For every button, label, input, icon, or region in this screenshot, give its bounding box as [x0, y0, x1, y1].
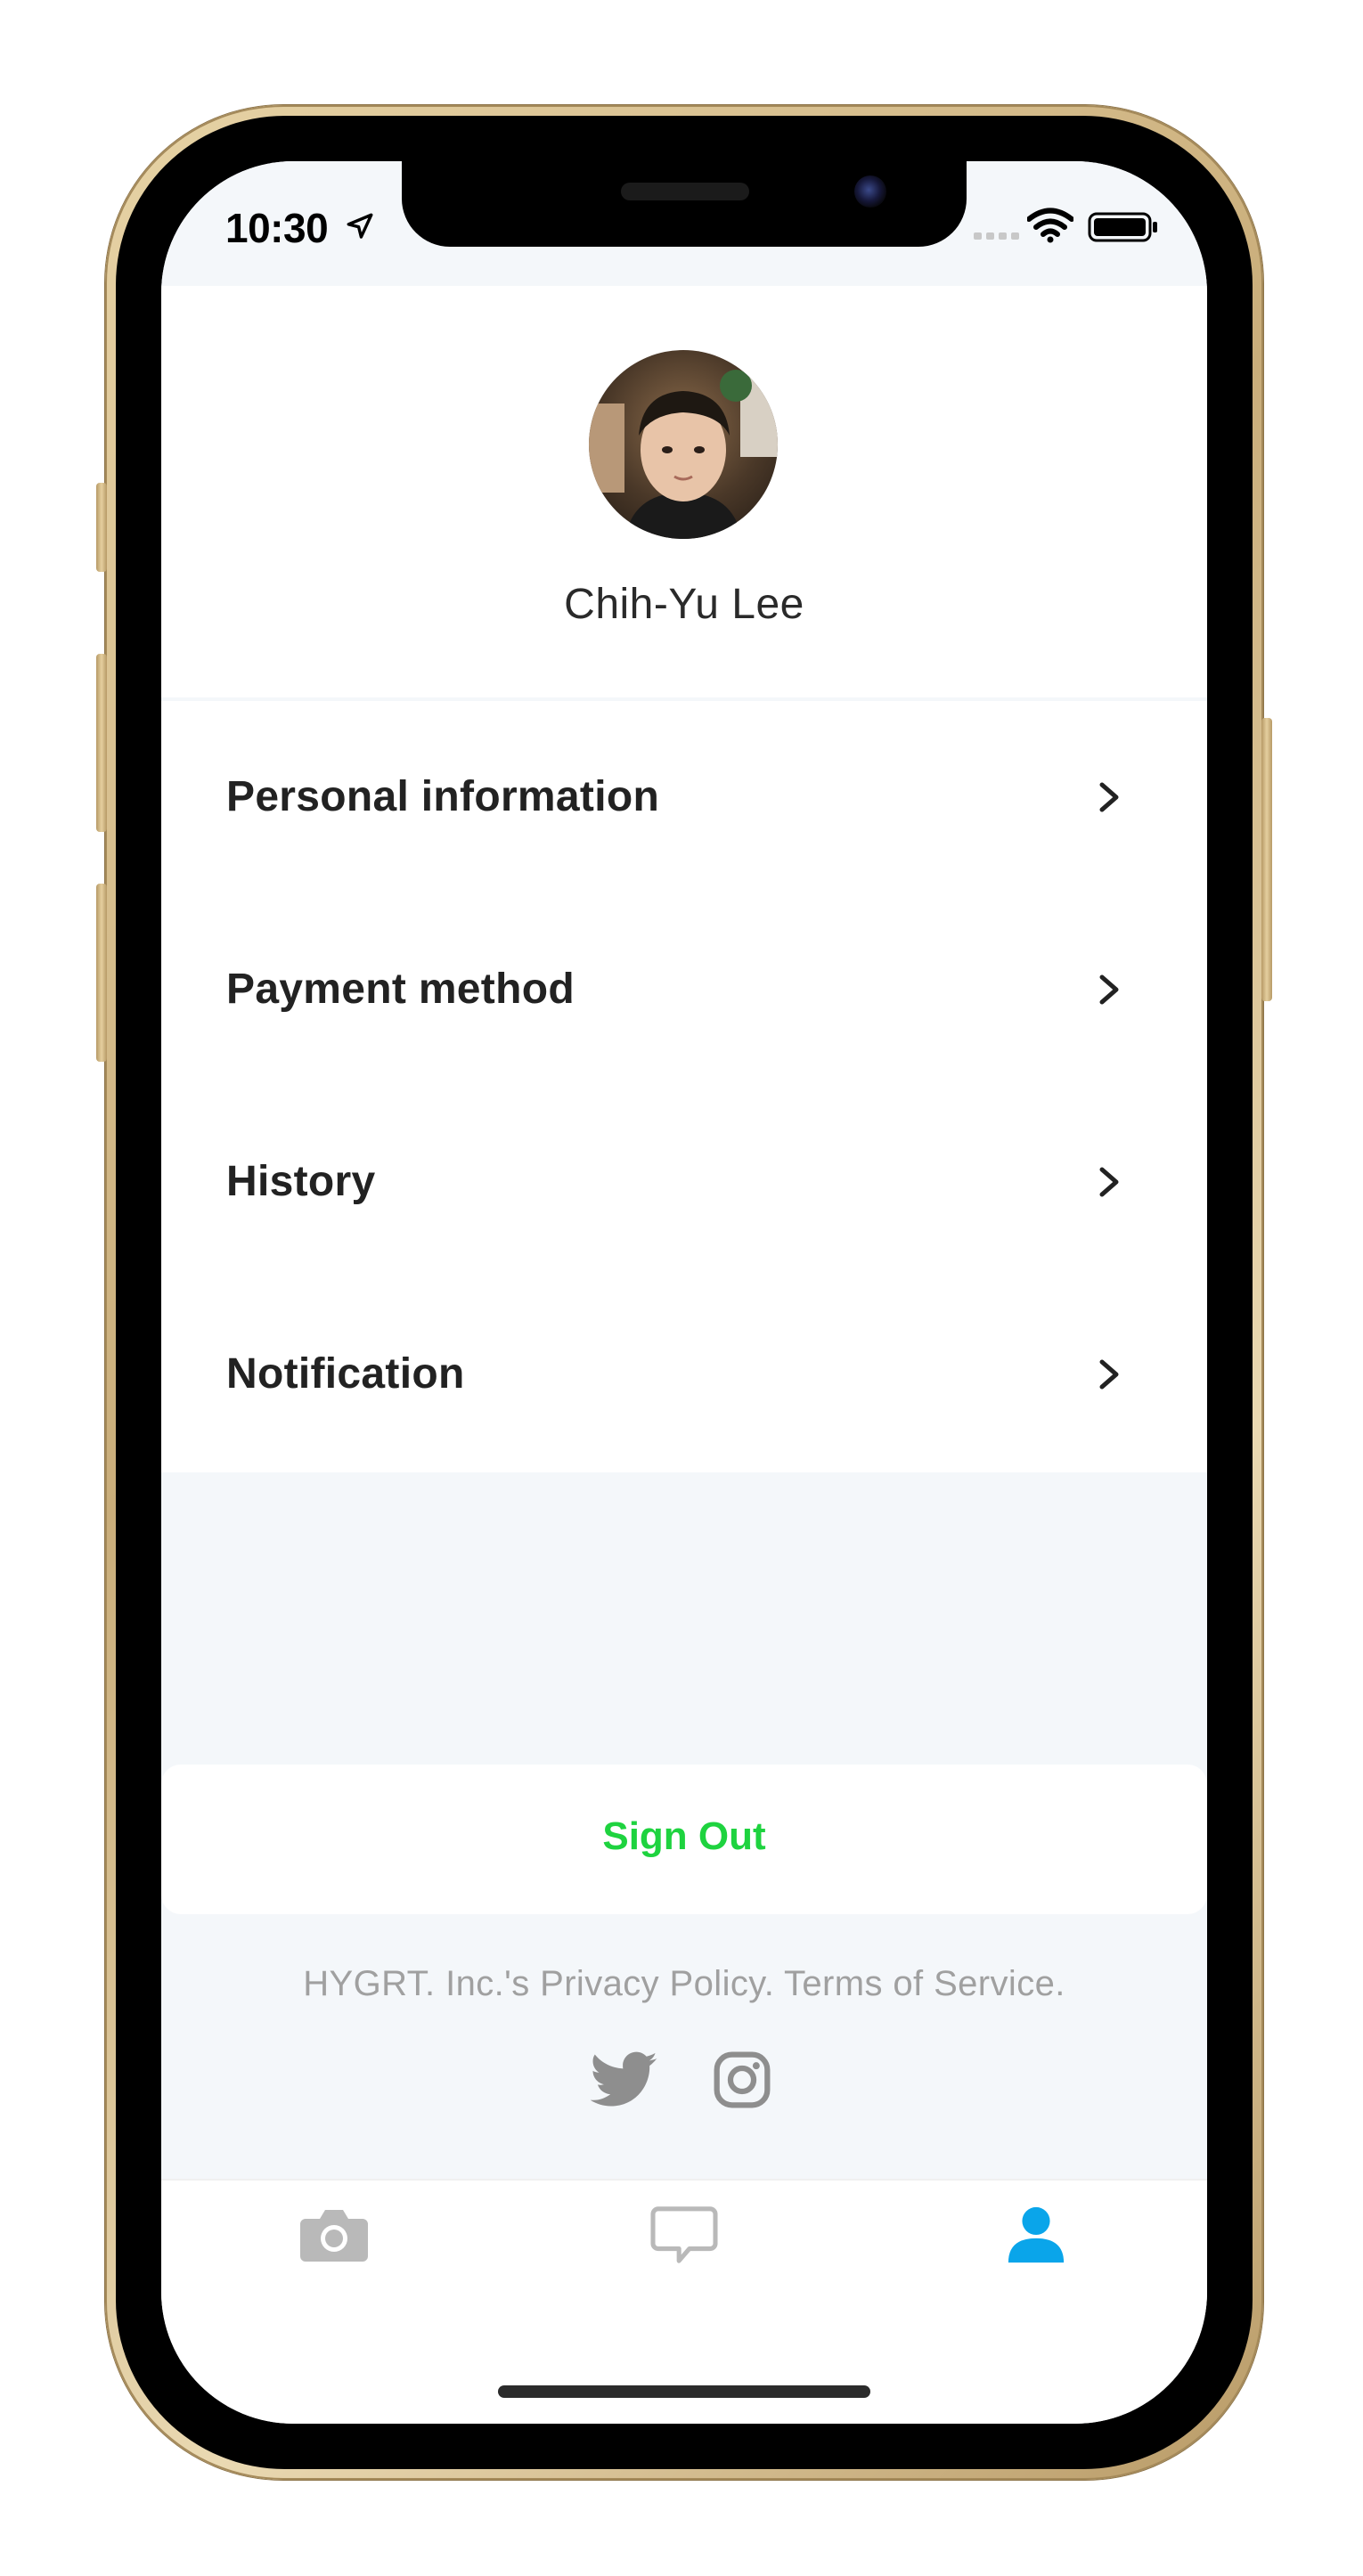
instagram-icon[interactable] — [712, 2050, 772, 2110]
sign-out-label: Sign Out — [602, 1814, 766, 1858]
menu-item-label: Payment method — [226, 966, 575, 1013]
chevron-right-icon — [1099, 1359, 1119, 1390]
phone-screen: 10:30 Chih-Yu Lee Personal information P… — [161, 161, 1207, 2424]
battery-icon — [1088, 212, 1157, 242]
volume-down-button — [96, 884, 107, 1062]
volume-up-button — [96, 654, 107, 832]
profile-name: Chih-Yu Lee — [564, 581, 804, 628]
sign-out-button[interactable]: Sign Out — [161, 1765, 1207, 1914]
home-indicator[interactable] — [498, 2385, 870, 2398]
menu-item-history[interactable]: History — [161, 1086, 1207, 1278]
legal-links[interactable]: HYGRT. Inc.'s Privacy Policy. Terms of S… — [161, 1964, 1207, 2004]
camera-icon[interactable] — [298, 2204, 370, 2266]
silent-switch — [96, 483, 107, 572]
menu-item-payment-method[interactable]: Payment method — [161, 893, 1207, 1086]
avatar[interactable] — [589, 350, 778, 539]
person-icon[interactable] — [1000, 2204, 1072, 2266]
cellular-dots-icon — [974, 232, 1019, 240]
chevron-right-icon — [1099, 974, 1119, 1005]
menu-item-personal-information[interactable]: Personal information — [161, 701, 1207, 893]
notch — [402, 161, 967, 247]
chevron-right-icon — [1099, 782, 1119, 812]
wifi-icon — [1027, 208, 1073, 243]
chat-bubble-icon[interactable] — [649, 2204, 720, 2266]
menu-item-notification[interactable]: Notification — [161, 1278, 1207, 1471]
speaker-grille — [621, 183, 749, 200]
twitter-icon[interactable] — [591, 2051, 658, 2108]
menu-item-label: Personal information — [226, 773, 660, 820]
location-arrow-icon — [347, 213, 373, 239]
menu-item-label: Notification — [226, 1350, 465, 1398]
power-button — [1261, 718, 1272, 1001]
profile-header: Chih-Yu Lee — [161, 286, 1207, 697]
avatar-photo — [589, 350, 778, 539]
status-time: 10:30 — [225, 205, 329, 251]
front-camera — [854, 175, 886, 208]
menu-item-label: History — [226, 1158, 376, 1205]
settings-menu: Personal information Payment method Hist… — [161, 701, 1207, 1472]
chevron-right-icon — [1099, 1167, 1119, 1197]
